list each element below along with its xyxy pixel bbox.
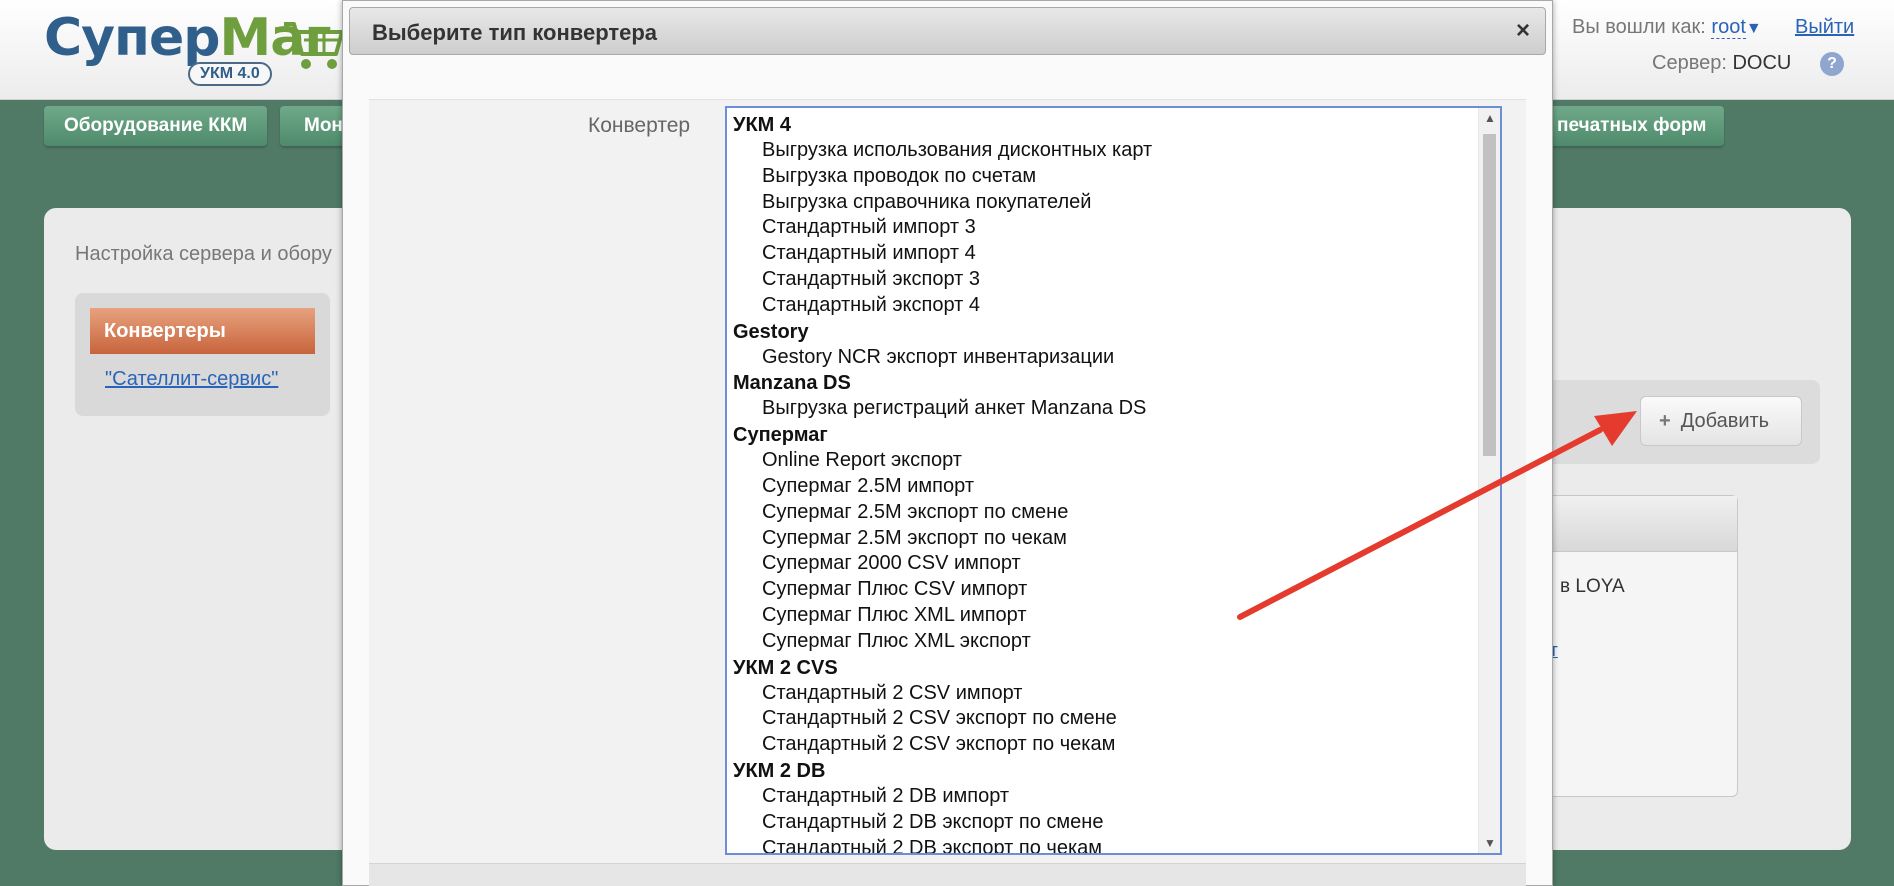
converter-option[interactable]: Стандартный 2 DB экспорт по смене	[727, 810, 1472, 836]
dialog-footer	[369, 863, 1526, 886]
converter-listbox[interactable]: УКМ 4 Выгрузка использования дисконтных к…	[725, 106, 1502, 855]
converter-option[interactable]: Выгрузка справочника покупателей	[727, 190, 1472, 216]
converter-option[interactable]: Стандартный импорт 4	[727, 241, 1472, 267]
converter-option[interactable]: Супермаг 2000 CSV импорт	[727, 551, 1472, 577]
converter-field-label: Конвертер	[588, 114, 691, 137]
sidebar-link-satellite-service[interactable]: "Сателлит-сервис"	[105, 368, 278, 391]
option-group-label: Gestory	[733, 320, 809, 343]
listbox-scrollbar[interactable]: ▲ ▼	[1478, 108, 1500, 853]
plus-icon: +	[1659, 410, 1671, 432]
user-menu-link[interactable]: root	[1711, 16, 1746, 39]
card-header	[1546, 496, 1737, 552]
server-label: Сервер:	[1652, 52, 1727, 74]
option-group-label: УКМ 4	[733, 114, 791, 136]
close-icon[interactable]: ×	[1511, 18, 1535, 44]
converter-option[interactable]: Online Report экспорт	[727, 448, 1472, 474]
card-text: в LOYA	[1560, 576, 1625, 597]
converter-option[interactable]: Стандартный 2 CSV экспорт по чекам	[727, 732, 1472, 758]
converter-option[interactable]: Стандартный 2 CSV импорт	[727, 681, 1472, 707]
dialog-title: Выберите тип конвертера	[372, 20, 658, 45]
chevron-down-icon[interactable]: ▼	[1746, 20, 1762, 37]
help-icon[interactable]: ?	[1820, 52, 1844, 76]
option-group-label: Супермаг	[733, 424, 828, 447]
converter-option[interactable]: Супермаг 2.5M импорт	[727, 474, 1472, 500]
listbox-options: УКМ 4 Выгрузка использования дисконтных к…	[727, 108, 1472, 853]
converter-option[interactable]: Выгрузка использования дисконтных карт	[727, 138, 1472, 164]
converter-option[interactable]: Супермаг 2.5M экспорт по чекам	[727, 526, 1472, 552]
scroll-up-arrow-icon[interactable]: ▲	[1479, 108, 1500, 128]
logged-in-label: Вы вошли как:	[1572, 16, 1706, 38]
page-breadcrumb: Настройка сервера и обору	[75, 243, 332, 265]
server-name: DOCU	[1732, 52, 1792, 74]
server-info: Сервер: DOCU	[1652, 52, 1791, 75]
option-group-label: Manzana DS	[733, 372, 851, 395]
converter-option[interactable]: Стандартный 2 DB импорт	[727, 784, 1472, 810]
option-group-label: УКМ 2 CVS	[733, 656, 838, 679]
add-button[interactable]: + Добавить	[1640, 396, 1802, 446]
converter-option[interactable]: Супермаг 2.5M экспорт по смене	[727, 500, 1472, 526]
logout-link[interactable]: Выйти	[1795, 16, 1854, 39]
converter-option[interactable]: Стандартный 2 CSV экспорт по смене	[727, 706, 1472, 732]
converter-option[interactable]: Стандартный экспорт 4	[727, 293, 1472, 319]
converter-option[interactable]: Супермаг Плюс XML экспорт	[727, 629, 1472, 655]
logo-text-part1: Супер	[44, 8, 220, 68]
sidebar-item-converters[interactable]: Конвертеры	[90, 308, 315, 354]
converter-option[interactable]: Стандартный 2 DB экспорт по чекам	[727, 836, 1472, 853]
converter-option[interactable]: Супермаг Плюс XML импорт	[727, 603, 1472, 629]
converter-option[interactable]: Выгрузка проводок по счетам	[727, 164, 1472, 190]
converter-option[interactable]: Стандартный импорт 3	[727, 215, 1472, 241]
supermag-logo[interactable]: СуперМаг УКМ 4.0	[44, 8, 344, 88]
converter-option[interactable]: Gestory NCR экспорт инвентаризации	[727, 345, 1472, 371]
dialog-titlebar[interactable]: Выберите тип конвертера ×	[349, 7, 1546, 55]
converter-option[interactable]: Выгрузка регистраций анкет Manzana DS	[727, 396, 1472, 422]
logged-in-info: Вы вошли как: root▼	[1572, 16, 1762, 39]
nav-print-forms[interactable]: печатных форм	[1532, 106, 1724, 146]
scroll-thumb[interactable]	[1483, 134, 1496, 456]
add-button-label: Добавить	[1680, 410, 1770, 432]
converter-option[interactable]: Стандартный экспорт 3	[727, 267, 1472, 293]
option-group-label: УКМ 2 DB	[733, 759, 826, 782]
converter-option[interactable]: Супермаг Плюс CSV импорт	[727, 577, 1472, 603]
converter-card: в LOYA	[1545, 495, 1738, 797]
nav-equipment-kkm[interactable]: Оборудование ККМ	[44, 106, 268, 146]
version-badge: УКМ 4.0	[188, 62, 272, 86]
shopping-cart-icon	[284, 22, 344, 69]
scroll-down-arrow-icon[interactable]: ▼	[1479, 833, 1500, 853]
